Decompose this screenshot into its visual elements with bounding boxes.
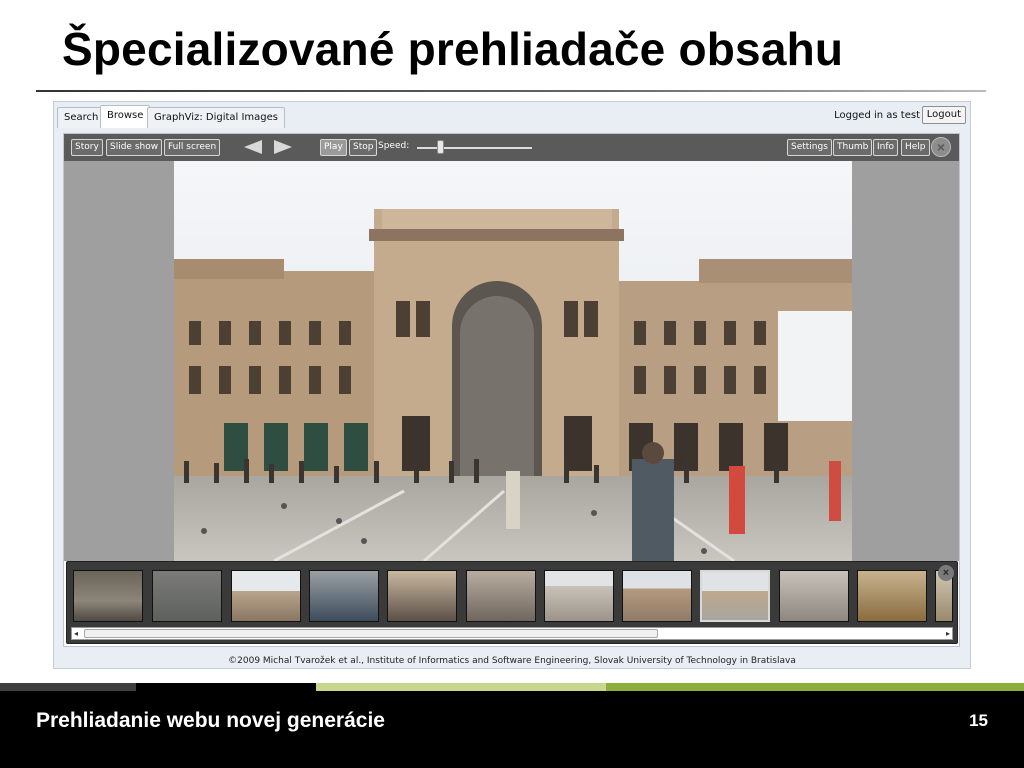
- settings-button[interactable]: Settings: [787, 139, 832, 156]
- filmstrip-scrollbar[interactable]: ◂ ▸: [71, 627, 953, 640]
- info-button[interactable]: Info: [873, 139, 899, 156]
- band-segment: [136, 683, 316, 691]
- full-screen-button[interactable]: Full screen: [164, 139, 221, 156]
- band-segment: [316, 683, 606, 691]
- thumbnail[interactable]: [857, 570, 927, 622]
- login-status: Logged in as test: [834, 110, 920, 121]
- scroll-right-arrow-icon[interactable]: ▸: [946, 628, 950, 639]
- thumbnail[interactable]: [152, 570, 222, 622]
- story-button[interactable]: Story: [71, 139, 103, 156]
- speed-slider-thumb[interactable]: [437, 140, 444, 154]
- slide: Špecializované prehliadače obsahu Search…: [0, 0, 1024, 768]
- galleria-photo-image: [174, 161, 852, 561]
- copyright-notice: ©2009 Michal Tvarožek et al., Institute …: [228, 656, 796, 666]
- slide-title: Špecializované prehliadače obsahu: [62, 23, 844, 75]
- thumb-button[interactable]: Thumb: [833, 139, 873, 156]
- slide-show-button[interactable]: Slide show: [106, 139, 163, 156]
- thumbnail[interactable]: [231, 570, 301, 622]
- thumbnail[interactable]: [466, 570, 536, 622]
- thumbnail[interactable]: [622, 570, 692, 622]
- main-photo[interactable]: [174, 161, 852, 561]
- logout-button[interactable]: Logout: [921, 106, 966, 124]
- footer-color-band: [0, 683, 1024, 691]
- band-segment: [0, 683, 136, 691]
- thumbnail[interactable]: [387, 570, 457, 622]
- close-icon[interactable]: ×: [931, 137, 951, 157]
- browse-panel: Story Slide show Full screen Play Stop S…: [63, 133, 960, 647]
- title-divider: [36, 90, 986, 92]
- speed-slider-track[interactable]: [417, 147, 532, 149]
- tab-search[interactable]: Search: [57, 107, 106, 128]
- filmstrip-close-icon[interactable]: ×: [938, 565, 954, 581]
- next-arrow-icon[interactable]: [274, 140, 292, 154]
- stop-button[interactable]: Stop: [349, 139, 378, 156]
- image-viewer: [64, 161, 959, 561]
- footer-title: Prehliadanie webu novej generácie: [36, 709, 385, 732]
- thumbnail[interactable]: [73, 570, 143, 622]
- slide-footer: Prehliadanie webu novej generácie 15: [0, 691, 1024, 768]
- speed-label: Speed:: [378, 141, 410, 151]
- scroll-left-arrow-icon[interactable]: ◂: [74, 628, 78, 639]
- scrollbar-thumb[interactable]: [84, 629, 658, 638]
- thumbnail-filmstrip: × ◂ ▸: [66, 561, 958, 644]
- app-window: Search Browse GraphViz: Digital Images L…: [53, 101, 971, 669]
- previous-arrow-icon[interactable]: [244, 140, 262, 154]
- tab-graphviz-digital-images[interactable]: GraphViz: Digital Images: [147, 107, 286, 128]
- thumbnail[interactable]: [309, 570, 379, 622]
- help-button[interactable]: Help: [901, 139, 930, 156]
- thumbnail-selected[interactable]: [700, 570, 770, 622]
- page-number: 15: [969, 711, 988, 730]
- thumbnail[interactable]: [779, 570, 849, 622]
- tab-bar: Search Browse GraphViz: Digital Images L…: [54, 102, 970, 128]
- play-button[interactable]: Play: [320, 139, 347, 156]
- viewer-toolbar: Story Slide show Full screen Play Stop S…: [64, 134, 959, 161]
- thumbnail[interactable]: [544, 570, 614, 622]
- tab-browse[interactable]: Browse: [100, 105, 151, 128]
- band-segment: [606, 683, 1024, 691]
